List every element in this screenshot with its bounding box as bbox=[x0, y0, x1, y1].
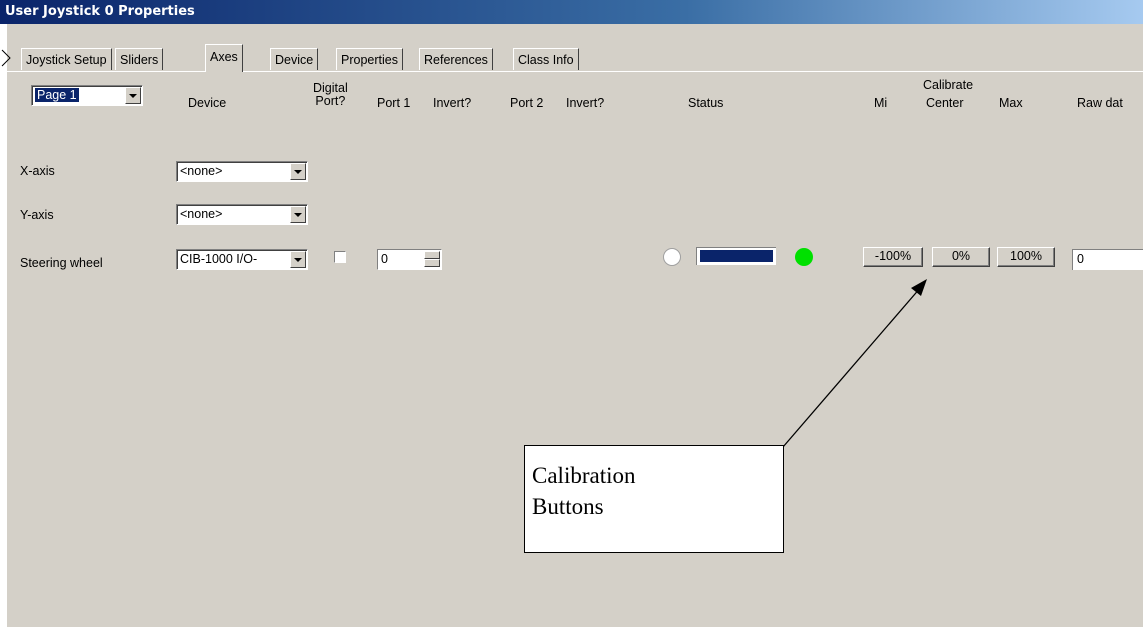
callout-line2: Buttons bbox=[532, 494, 604, 519]
callout-line1: Calibration bbox=[532, 463, 636, 488]
tab-axes[interactable]: Axes bbox=[205, 44, 243, 72]
callout-box: Calibration Buttons bbox=[524, 445, 784, 553]
